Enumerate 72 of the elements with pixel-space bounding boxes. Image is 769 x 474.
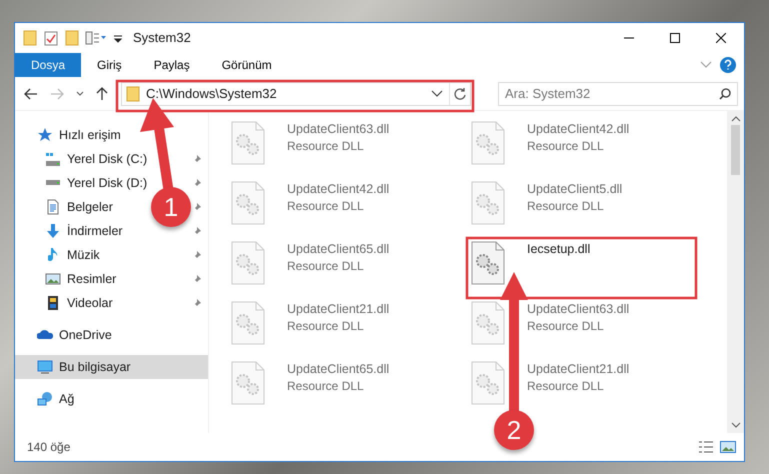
document-icon	[47, 199, 59, 215]
music-note-icon	[48, 247, 58, 263]
scroll-down-icon[interactable]	[730, 421, 740, 429]
file-type: Resource DLL	[527, 138, 605, 155]
file-name[interactable]: UpdateClient21.dll	[527, 361, 630, 377]
maximize-icon	[670, 33, 680, 43]
minimize-icon	[624, 37, 634, 39]
sidebar-item[interactable]: Bu bilgisayar	[15, 355, 208, 379]
file-type: Resource DLL	[527, 378, 605, 395]
chevron-down-icon	[76, 90, 84, 96]
sidebar-item[interactable]: Yerel Disk (C:)	[67, 150, 148, 168]
properties-icon[interactable]	[85, 30, 107, 46]
scroll-thumb[interactable]	[731, 125, 740, 175]
file-name[interactable]: UpdateClient5.dll	[527, 181, 622, 197]
drive-icon	[45, 180, 61, 186]
gear-file-icon[interactable]	[471, 241, 505, 285]
scrollbar[interactable]	[727, 111, 744, 433]
item-count: 140 öğe	[27, 439, 70, 456]
file-type: Resource DLL	[287, 198, 365, 215]
ribbon-tab[interactable]: Giriş	[81, 53, 138, 77]
folder-icon[interactable]	[23, 30, 37, 46]
file-type: Resource DLL	[287, 258, 365, 275]
file-type: Resource DLL	[287, 318, 365, 335]
file-name[interactable]: UpdateClient65.dll	[287, 361, 390, 377]
sidebar-item[interactable]: Ağ	[59, 390, 74, 408]
details-view-icon[interactable]	[698, 440, 714, 454]
drive-icon	[45, 152, 61, 166]
folder-icon[interactable]	[65, 30, 79, 46]
download-icon	[46, 223, 60, 239]
folder-icon	[126, 86, 140, 102]
sidebar-item[interactable]: Yerel Disk (D:)	[67, 174, 148, 192]
ribbon-tab[interactable]: Görünüm	[206, 53, 288, 77]
sidebar-item[interactable]: Videolar	[67, 294, 113, 312]
network-icon	[37, 392, 53, 406]
file-name[interactable]: UpdateClient63.dll	[287, 121, 390, 137]
file-type: Resource DLL	[287, 138, 365, 155]
sidebar-item[interactable]: OneDrive	[59, 326, 112, 344]
file-name[interactable]: UpdateClient42.dll	[287, 181, 390, 197]
cloud-icon	[37, 330, 53, 340]
chevron-down-icon[interactable]	[431, 90, 443, 98]
file-name[interactable]: UpdateClient21.dll	[287, 301, 390, 317]
sidebar-item[interactable]: Hızlı erişim	[59, 126, 121, 144]
window-title: System32	[133, 29, 191, 48]
computer-icon	[37, 360, 53, 374]
sidebar-item[interactable]: Resimler	[67, 270, 116, 288]
file-type: Resource DLL	[287, 378, 365, 395]
file-name[interactable]: Iecsetup.dll	[527, 241, 590, 257]
file-name[interactable]: UpdateClient65.dll	[287, 241, 390, 257]
scroll-up-icon[interactable]	[730, 115, 740, 123]
sidebar-item[interactable]: İndirmeler	[67, 222, 123, 240]
back-arrow-icon	[24, 88, 38, 100]
up-arrow-icon	[96, 86, 108, 100]
refresh-icon	[453, 86, 467, 100]
file-menu-button[interactable]: Dosya	[15, 53, 82, 77]
large-icons-view-icon[interactable]	[720, 440, 736, 454]
ribbon-tab[interactable]: Paylaş	[138, 53, 206, 77]
file-type: Resource DLL	[527, 198, 605, 215]
file-name[interactable]: UpdateClient42.dll	[527, 121, 630, 137]
checklist-icon[interactable]	[43, 30, 59, 46]
search-field[interactable]: Ara: System32	[498, 82, 738, 106]
address-bar[interactable]: C:\Windows\System32	[121, 82, 471, 106]
close-icon	[716, 33, 726, 43]
picture-icon	[45, 273, 61, 285]
file-name[interactable]: UpdateClient63.dll	[527, 301, 630, 317]
sidebar-item[interactable]: Belgeler	[67, 198, 113, 216]
film-icon	[47, 295, 59, 311]
search-icon[interactable]	[719, 88, 731, 100]
forward-arrow-icon	[50, 88, 64, 100]
help-icon[interactable]	[720, 57, 736, 73]
star-icon	[37, 127, 53, 143]
file-type: Resource DLL	[527, 318, 605, 335]
sidebar-item[interactable]: Müzik	[67, 246, 100, 264]
